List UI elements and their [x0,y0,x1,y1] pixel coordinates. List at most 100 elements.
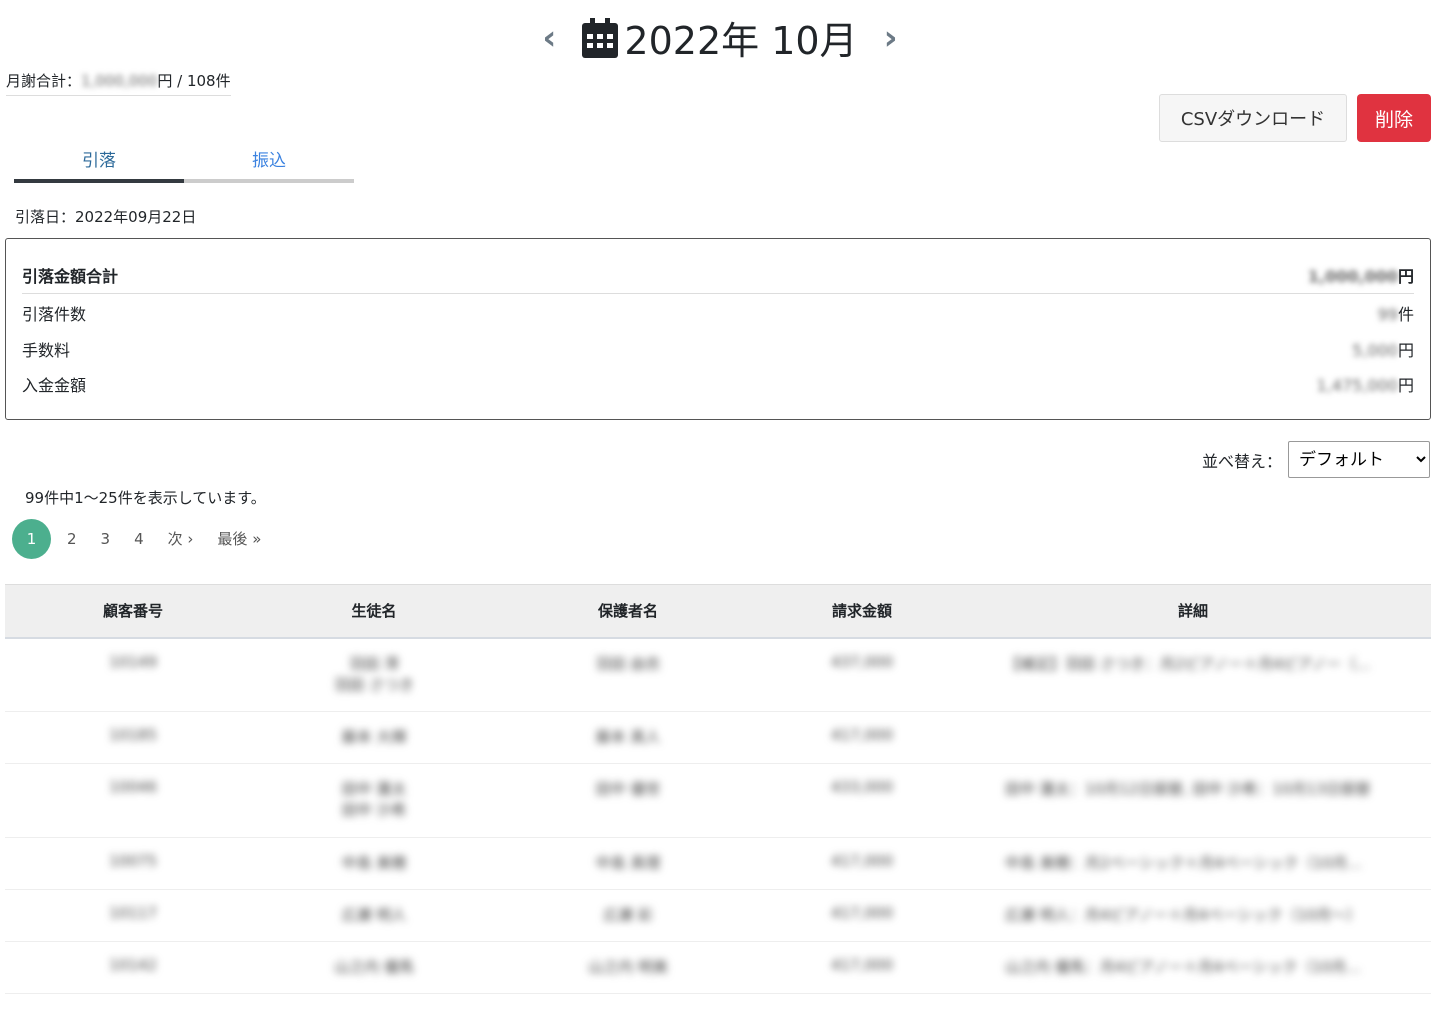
monthly-total-amount: 1,000,000 [81,72,158,90]
col-student: 生徒名 [261,584,487,639]
detail-text: 広瀬 明人：月4ピアノー＋月4ベーシック（10月～） [1005,906,1362,924]
cell-customer-id: 10046 [5,763,261,838]
calendar-icon [582,17,619,58]
customer-id-text: 10117 [109,904,157,922]
cell-student-name: 中島 美穂 [261,837,487,890]
monthly-total-unit: 円 / 108件 [157,72,231,90]
summary-label: 入金金額 [22,376,87,395]
cell-student-name: 田中 蓮太 田中 沙希 [261,763,487,838]
page-1[interactable]: 1 [12,519,51,559]
summary-row-deposit: 入金金額 1,475,000円 [22,372,1414,396]
student-name-text: 羽田 澪 羽田 さつき [334,654,414,694]
detail-text: 【補足】羽田 さつき：月2ピアノー＋月4ピアノー（... [1005,654,1371,673]
table-row[interactable]: 10117 広瀬 明人 広瀬 彩 417,000 広瀬 明人：月4ピアノー＋月4ベーシッ… [5,889,1431,942]
cell-student-name: 広瀬 明人 [261,889,487,942]
page-title: 2022年 10月 [624,19,858,63]
tab-debit[interactable]: 引落 [14,146,184,183]
cell-detail [955,711,1431,764]
cell-billing-amount: 417,000 [769,837,955,890]
last-page-link[interactable]: 最後 » [205,519,273,559]
summary-unit: 円 [1397,376,1414,395]
customer-id-text: 10075 [109,852,157,870]
cell-detail: 山之内 優馬：月4ピアノー＋月4ベーシック（10月... [955,941,1431,994]
summary-unit: 円 [1397,341,1414,360]
detail-text: 中島 美穂：月2ベーシック＋月4ベーシック（10月... [1005,854,1362,872]
billing-amount-text: 417,000 [830,904,894,922]
cell-billing-amount: 437,000 [769,637,955,712]
guardian-name-text: 広瀬 彩 [603,906,653,924]
summary-value: 1,475,000 [1316,376,1398,395]
cell-detail: 中島 美穂：月2ベーシック＋月4ベーシック（10月... [955,837,1431,890]
cell-detail: 広瀬 明人：月4ピアノー＋月4ベーシック（10月～） [955,889,1431,942]
cell-customer-id: 10075 [5,837,261,890]
table-row[interactable]: 10149 羽田 澪 羽田 さつき 羽田 由衣 437,000 【補足】羽田 さつき：月… [5,637,1431,712]
summary-label: 手数料 [22,341,71,360]
customer-id-text: 10185 [109,726,157,744]
table-row[interactable]: 10185 藤本 大輝 藤本 真人 417,000 [5,711,1431,764]
payment-tabs: 引落 振込 [14,146,354,183]
csv-download-button[interactable]: CSVダウンロード [1159,94,1347,142]
cell-billing-amount: 417,000 [769,889,955,942]
student-name-text: 藤本 大輝 [341,728,407,746]
delete-button[interactable]: 削除 [1357,94,1431,142]
billing-amount-text: 437,000 [830,652,894,671]
sort-select[interactable]: デフォルト [1288,441,1430,478]
cell-guardian-name: 田中 優世 [487,763,769,838]
next-page-link[interactable]: 次 › [156,519,206,559]
col-guardian: 保護者名 [487,584,769,639]
sort-label: 並べ替え： [1201,451,1282,471]
next-month-button[interactable]: › [876,21,906,55]
prev-month-button[interactable]: ‹ [534,21,564,55]
student-name-text: 中島 美穂 [341,854,407,872]
cell-guardian-name: 藤本 真人 [487,711,769,764]
customer-id-text: 10142 [109,956,157,974]
billing-amount-text: 417,000 [830,852,894,870]
student-name-text: 広瀬 明人 [341,906,407,924]
cell-billing-amount: 433,000 [769,763,955,838]
cell-detail: 田中 蓮太：10月12日振替, 田中 沙希：10月13日振替 [955,763,1431,838]
guardian-name-text: 中島 真理 [595,854,661,872]
cell-customer-id: 10142 [5,941,261,994]
cell-guardian-name: 羽田 由衣 [487,637,769,712]
summary-row-total: 引落金額合計 1,000,000円 [22,263,1414,294]
cell-customer-id: 10149 [5,637,261,712]
summary-row-count: 引落件数 99件 [22,301,1414,325]
col-customer-id: 顧客番号 [5,584,261,639]
page-4[interactable]: 4 [122,519,156,559]
billing-amount-text: 417,000 [830,726,894,744]
student-name-text: 田中 蓮太 田中 沙希 [341,780,407,819]
cell-guardian-name: 中島 真理 [487,837,769,890]
summary-value: 99 [1377,305,1398,324]
table-row[interactable]: 10046 田中 蓮太 田中 沙希 田中 優世 433,000 田中 蓮太：10月12日… [5,763,1431,838]
col-amount: 請求金額 [769,584,955,639]
detail-text: 山之内 優馬：月4ピアノー＋月4ベーシック（10月... [1005,958,1361,976]
sort-control: 並べ替え： デフォルト [1202,441,1430,478]
cell-detail: 【補足】羽田 さつき：月2ピアノー＋月4ピアノー（... [955,637,1431,712]
cell-billing-amount: 417,000 [769,941,955,994]
summary-box: 引落金額合計 1,000,000円 引落件数 99件 手数料 5,000円 入金金額 1… [5,238,1431,420]
guardian-name-text: 藤本 真人 [595,728,661,746]
cell-guardian-name: 広瀬 彩 [487,889,769,942]
monthly-total-label: 月謝合計： [6,72,82,90]
cell-customer-id: 10185 [5,711,261,764]
customer-id-text: 10046 [109,778,157,796]
customer-id-text: 10149 [109,652,157,671]
table-row[interactable]: 10075 中島 美穂 中島 真理 417,000 中島 美穂：月2ベーシック＋月4ベー… [5,837,1431,890]
cell-student-name: 羽田 澪 羽田 さつき [261,637,487,712]
summary-label: 引落金額合計 [22,267,119,286]
summary-unit: 円 [1397,267,1414,286]
page-2[interactable]: 2 [55,519,89,559]
billing-table: 顧客番号 生徒名 保護者名 請求金額 詳細 10149 羽田 澪 羽田 さつき 羽田… [5,584,1431,994]
result-count: 99件中1〜25件を表示しています。 [25,489,266,507]
col-detail: 詳細 [955,584,1431,639]
guardian-name-text: 田中 優世 [595,780,661,798]
page-3[interactable]: 3 [89,519,123,559]
student-name-text: 山之内 優馬 [334,958,414,976]
summary-row-fee: 手数料 5,000円 [22,337,1414,361]
summary-unit: 件 [1397,305,1414,324]
cell-customer-id: 10117 [5,889,261,942]
billing-amount-text: 433,000 [830,778,894,796]
tab-transfer[interactable]: 振込 [184,146,354,183]
monthly-total: 月謝合計：1,000,000円 / 108件 [6,70,231,96]
table-row[interactable]: 10142 山之内 優馬 山之内 明美 417,000 山之内 優馬：月4ピアノー＋月4… [5,941,1431,994]
